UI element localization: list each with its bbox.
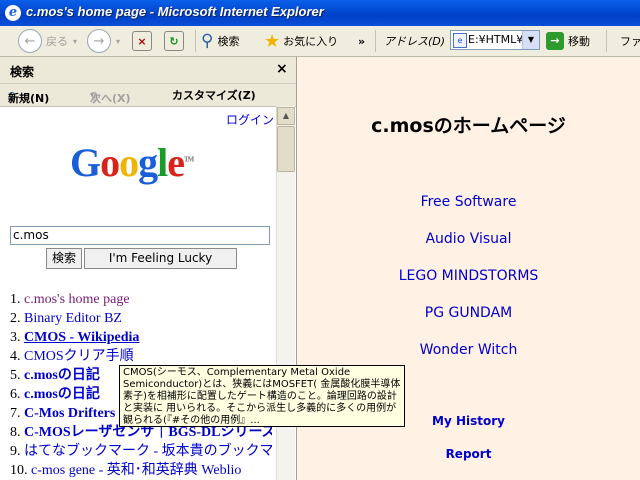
result-link[interactable]: CMOS - Wikipedia	[24, 330, 139, 345]
back-arrow-icon: ←	[18, 29, 42, 53]
toolbar-separator	[195, 30, 196, 52]
login-link[interactable]: ログイン	[226, 111, 274, 128]
close-icon[interactable]: ×	[276, 61, 288, 77]
address-value: E:¥HTML¥	[468, 33, 524, 46]
page-icon: e	[453, 33, 467, 48]
result-link[interactable]: CMOSクリア手順	[24, 349, 134, 364]
forward-arrow-icon: →	[87, 29, 111, 53]
result-link[interactable]: c.mosの日記	[24, 368, 100, 383]
result-link[interactable]: c.mos's home page	[24, 292, 130, 307]
list-item: 2. Binary Editor BZ	[10, 311, 122, 326]
nav-link-free-software[interactable]: Free Software	[297, 194, 640, 210]
result-link[interactable]: c.mosの日記	[24, 387, 100, 402]
address-label: アドレス(D)	[384, 35, 446, 48]
stop-icon: ×	[132, 31, 152, 51]
search-icon: ⚲	[201, 31, 214, 51]
refresh-icon: ↻	[164, 31, 184, 51]
google-search-button[interactable]: 検索	[46, 248, 82, 269]
search-label: 検索	[217, 35, 240, 48]
result-link[interactable]: はてなブックマーク - 坂本貴のブックマーク	[24, 444, 272, 459]
list-item: 9. はてなブックマーク - 坂本貴のブックマーク	[10, 442, 272, 461]
nav-link-pg-gundam[interactable]: PG GUNDAM	[297, 305, 640, 321]
result-link[interactable]: c-mos gene - 英和･和英辞典 Weblio	[31, 463, 241, 478]
back-button[interactable]: ← 戻る ▾	[18, 28, 77, 54]
customize-button[interactable]: カスタマイズ(Z)	[172, 87, 256, 103]
result-link[interactable]: C-Mos Drifters	[24, 406, 115, 421]
nav-link-wonder-witch[interactable]: Wonder Witch	[297, 342, 640, 358]
list-item: 4. CMOSクリア手順	[10, 349, 134, 364]
go-arrow-icon: →	[546, 32, 564, 50]
stop-button[interactable]: ×	[132, 28, 152, 54]
go-button[interactable]: → 移動	[546, 28, 590, 54]
list-item: 10. c-mos gene - 英和･和英辞典 Weblio	[10, 463, 242, 478]
forward-button[interactable]: → ▾	[87, 28, 120, 54]
nav-link-audio-visual[interactable]: Audio Visual	[297, 231, 640, 247]
toolbar-separator	[606, 30, 607, 52]
toolbar-separator	[375, 30, 376, 52]
lucky-button[interactable]: I'm Feeling Lucky	[84, 248, 237, 269]
list-item: 1. c.mos's home page	[10, 292, 130, 307]
refresh-button[interactable]: ↻	[164, 28, 184, 54]
result-link[interactable]: C-MOSレーザセンサ｜BGS-DLシリーズ	[24, 425, 272, 440]
chevron-down-icon: ▾	[90, 90, 95, 99]
result-link[interactable]: Binary Editor BZ	[24, 311, 122, 326]
google-logo: GoogleTM	[70, 140, 194, 185]
favorites-label: お気に入り	[283, 35, 339, 48]
star-icon: ★	[264, 30, 281, 52]
chevron-down-icon[interactable]: ▼	[522, 31, 539, 49]
file-menu[interactable]: ファ	[620, 28, 640, 54]
page-title: c.mosのホームページ	[371, 115, 566, 137]
back-label: 戻る	[46, 35, 68, 48]
chevron-down-icon: ▾	[116, 36, 121, 46]
search-pane-tools: ⚲ 新規(N) ⚲ 次へ(X) ▾ カスタマイズ(Z)	[0, 84, 296, 107]
toolbar-overflow[interactable]: »	[358, 28, 365, 54]
list-item: 3. CMOS - Wikipedia	[10, 330, 140, 345]
address-field[interactable]: e E:¥HTML¥ ▼	[450, 30, 540, 50]
google-search-input[interactable]: c.mos	[10, 226, 270, 245]
go-label: 移動	[568, 35, 590, 48]
nav-link-lego-mindstorms[interactable]: LEGO MINDSTORMS	[297, 268, 640, 284]
search-button[interactable]: ⚲ 検索	[201, 28, 239, 54]
search-pane-title: 検索	[10, 65, 35, 79]
result-tooltip: CMOS(シーモス、Complementary Metal Oxide Semi…	[119, 365, 405, 427]
title-bar: e c.mos's home page - Microsoft Internet…	[0, 0, 640, 26]
chevron-down-icon: ▾	[73, 36, 78, 46]
scroll-thumb[interactable]	[277, 126, 295, 172]
search-pane-header: 検索 ×	[0, 57, 296, 84]
toolbar: ← 戻る ▾ → ▾ × ↻ ⚲ 検索 ★ お気に入り » アドレス(D) → …	[0, 26, 640, 57]
scroll-up-icon[interactable]: ▲	[277, 107, 295, 125]
favorites-button[interactable]: ★ お気に入り	[264, 28, 338, 54]
ie-logo-icon: e	[5, 5, 21, 21]
nav-link-report[interactable]: Report	[297, 447, 640, 461]
window-title: c.mos's home page - Microsoft Internet E…	[26, 4, 324, 19]
